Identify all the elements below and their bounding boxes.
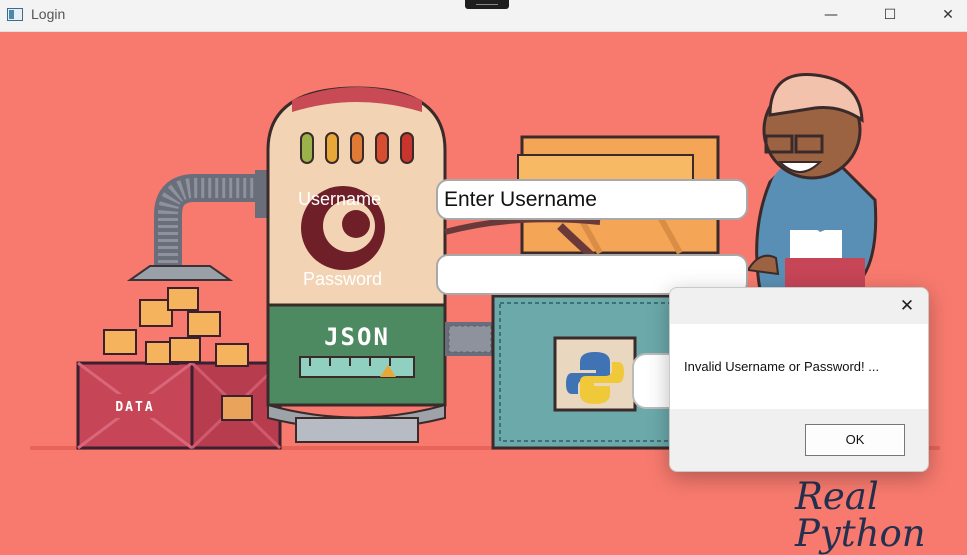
left-pipe <box>126 170 269 281</box>
password-label: Password <box>303 269 383 289</box>
title-bar: Login — ☐ ✕ <box>0 0 967 32</box>
close-icon[interactable]: ✕ <box>892 292 922 320</box>
window-close-button[interactable]: ✕ <box>925 0 967 30</box>
real-python-logo: Real Python <box>795 475 926 555</box>
folder-icon <box>215 343 249 367</box>
data-label: DATA <box>115 400 154 415</box>
dialog-message: Invalid Username or Password! ... <box>684 359 880 374</box>
json-label: JSON <box>324 323 390 351</box>
app-icon <box>7 8 23 21</box>
folder-icon <box>167 287 199 311</box>
dialog-body: Invalid Username or Password! ... <box>670 324 928 409</box>
json-tank: JSON <box>266 86 447 443</box>
folder-icon <box>169 337 201 363</box>
minimize-button[interactable]: — <box>808 0 854 30</box>
data-crates: DATA <box>76 361 282 450</box>
folder-icon <box>103 329 137 355</box>
folder-icon <box>221 395 253 421</box>
username-label: Username <box>298 189 382 209</box>
username-input[interactable] <box>436 179 748 220</box>
error-dialog: ✕ Invalid Username or Password! ... OK <box>669 287 929 472</box>
character <box>746 73 878 292</box>
folder-icon <box>187 311 221 337</box>
right-pipe <box>445 322 495 356</box>
ok-button[interactable]: OK <box>805 424 905 456</box>
maximize-button[interactable]: ☐ <box>867 0 913 30</box>
window-title: Login <box>31 6 66 22</box>
folder-pile <box>103 287 249 367</box>
snap-layout-handle[interactable] <box>465 0 509 9</box>
